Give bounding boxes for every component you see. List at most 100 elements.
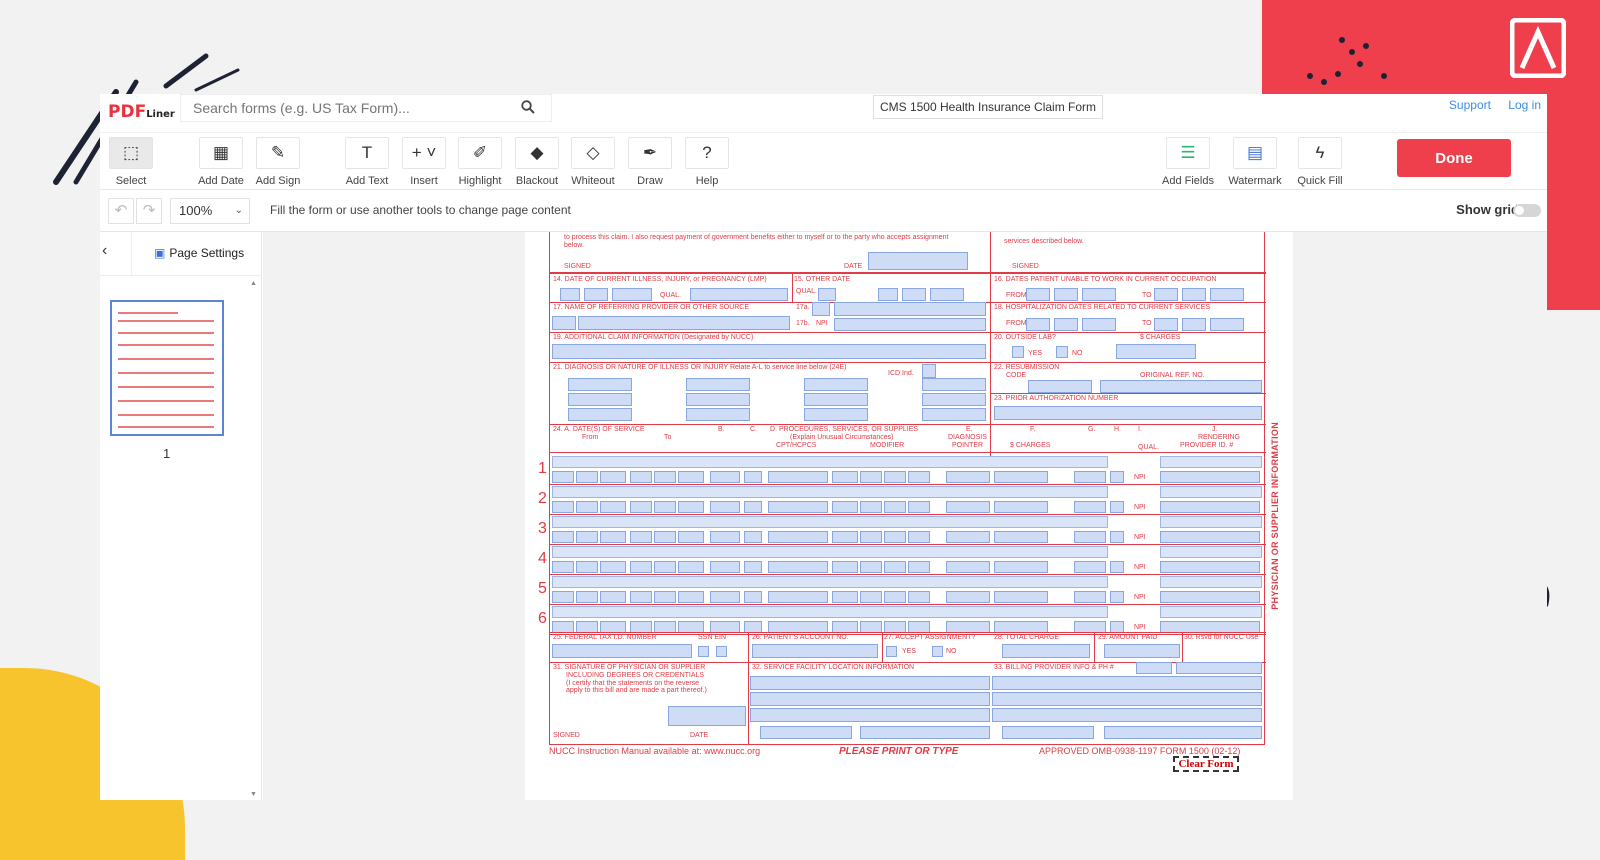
page-thumbnail[interactable]: [110, 300, 224, 436]
service-line-field[interactable]: [710, 471, 740, 483]
referring-provider-field[interactable]: [578, 316, 790, 330]
service-line-field[interactable]: [576, 471, 598, 483]
diagnosis-c-field[interactable]: [804, 378, 868, 391]
accept-no-checkbox[interactable]: [932, 646, 943, 657]
service-line-field[interactable]: [884, 561, 906, 573]
service-line-field[interactable]: [654, 501, 676, 513]
service-line-field[interactable]: [600, 531, 626, 543]
service-line-field[interactable]: [908, 471, 930, 483]
show-grid-toggle[interactable]: [1513, 204, 1541, 217]
shaded-supplemental-field[interactable]: [552, 516, 1108, 528]
date-field[interactable]: [930, 288, 964, 301]
outside-lab-no-checkbox[interactable]: [1056, 346, 1068, 358]
date-field[interactable]: [902, 288, 926, 301]
collapse-sidebar-icon[interactable]: ‹: [102, 242, 107, 260]
resubmission-code-field[interactable]: [1028, 380, 1092, 393]
undo-icon[interactable]: ↶: [108, 198, 134, 224]
search-input[interactable]: [181, 95, 501, 121]
service-line-field[interactable]: [1074, 561, 1106, 573]
original-ref-field[interactable]: [1100, 380, 1262, 393]
shaded-supplemental-field[interactable]: [1160, 546, 1262, 558]
icd-ind-field[interactable]: [922, 364, 936, 378]
diagnosis-b-field[interactable]: [686, 378, 750, 391]
service-line-field[interactable]: [576, 561, 598, 573]
service-line-field[interactable]: [654, 591, 676, 603]
scroll-down-icon[interactable]: ▼: [250, 791, 257, 798]
tool-watermark[interactable]: ▤ Watermark: [1226, 137, 1284, 187]
service-line-field[interactable]: [994, 501, 1048, 513]
service-line-field[interactable]: [768, 591, 828, 603]
date-field[interactable]: [1182, 288, 1206, 301]
service-line-field[interactable]: [884, 531, 906, 543]
shaded-supplemental-field[interactable]: [1160, 456, 1262, 468]
service-line-field[interactable]: [552, 561, 574, 573]
billing-phone-field[interactable]: [1176, 662, 1262, 674]
shaded-supplemental-field[interactable]: [552, 546, 1108, 558]
service-line-field[interactable]: [678, 501, 704, 513]
facility-line-field[interactable]: [750, 692, 990, 706]
zoom-select[interactable]: 100% ⌄: [170, 198, 250, 224]
tool-add-date[interactable]: ▦ Add Date: [192, 137, 250, 187]
service-line-field[interactable]: [832, 591, 858, 603]
service-line-field[interactable]: [600, 591, 626, 603]
service-line-field[interactable]: [678, 561, 704, 573]
service-line-field[interactable]: [710, 501, 740, 513]
clear-form-button[interactable]: Clear Form: [1173, 756, 1239, 772]
billing-phone-area-field[interactable]: [1136, 662, 1172, 674]
service-line-field[interactable]: [946, 501, 990, 513]
tool-help[interactable]: ? Help: [678, 137, 736, 187]
date-field[interactable]: [1026, 318, 1050, 331]
date-field[interactable]: [1054, 288, 1078, 301]
tool-add-sign[interactable]: ✎ Add Sign: [249, 137, 307, 187]
date-field[interactable]: [868, 252, 968, 270]
service-line-field[interactable]: [884, 501, 906, 513]
17b-npi-field[interactable]: [834, 318, 986, 331]
tool-highlight[interactable]: ✐ Highlight: [451, 137, 509, 187]
diagnosis-a-field[interactable]: [568, 378, 632, 391]
shaded-supplemental-field[interactable]: [1160, 516, 1262, 528]
service-line-field[interactable]: [1110, 531, 1124, 543]
service-line-field[interactable]: [654, 561, 676, 573]
service-line-field[interactable]: [994, 561, 1048, 573]
service-line-field[interactable]: [710, 531, 740, 543]
service-line-field[interactable]: [552, 591, 574, 603]
tool-add-fields[interactable]: ☰ Add Fields: [1159, 137, 1217, 187]
service-line-field[interactable]: [744, 591, 762, 603]
service-line-field[interactable]: [1160, 501, 1260, 513]
ein-checkbox[interactable]: [716, 646, 727, 657]
date-field[interactable]: [878, 288, 898, 301]
service-line-field[interactable]: [860, 471, 882, 483]
federal-tax-id-field[interactable]: [552, 644, 692, 658]
done-button[interactable]: Done: [1397, 139, 1511, 177]
diagnosis-f-field[interactable]: [686, 393, 750, 406]
service-line-field[interactable]: [630, 561, 652, 573]
date-field[interactable]: [1082, 288, 1116, 301]
tool-insert[interactable]: + ˅ Insert: [395, 137, 453, 187]
tool-select[interactable]: ⬚ Select: [102, 137, 160, 187]
diagnosis-g-field[interactable]: [804, 393, 868, 406]
service-line-field[interactable]: [654, 531, 676, 543]
tool-whiteout[interactable]: ◇ Whiteout: [564, 137, 622, 187]
service-line-field[interactable]: [678, 471, 704, 483]
service-line-field[interactable]: [1110, 471, 1124, 483]
redo-icon[interactable]: ↷: [136, 198, 162, 224]
service-line-field[interactable]: [1160, 471, 1260, 483]
service-line-field[interactable]: [600, 501, 626, 513]
total-charge-field[interactable]: [1002, 644, 1090, 658]
sidebar-scrollbar[interactable]: ▲ ▼: [248, 276, 260, 800]
date-field[interactable]: [1082, 318, 1116, 331]
qual-field[interactable]: [818, 288, 836, 301]
service-line-field[interactable]: [678, 531, 704, 543]
pdfliner-logo[interactable]: PDFLiner: [108, 102, 175, 122]
shaded-supplemental-field[interactable]: [552, 576, 1108, 588]
tool-draw[interactable]: ✒ Draw: [621, 137, 679, 187]
date-field[interactable]: [612, 288, 652, 301]
date-field[interactable]: [1182, 318, 1206, 331]
service-line-field[interactable]: [860, 501, 882, 513]
diagnosis-k-field[interactable]: [804, 408, 868, 421]
service-line-field[interactable]: [1074, 591, 1106, 603]
service-line-field[interactable]: [710, 561, 740, 573]
login-link[interactable]: Log in: [1508, 98, 1541, 112]
amount-paid-field[interactable]: [1104, 644, 1180, 658]
signature-date-field[interactable]: [668, 706, 746, 726]
